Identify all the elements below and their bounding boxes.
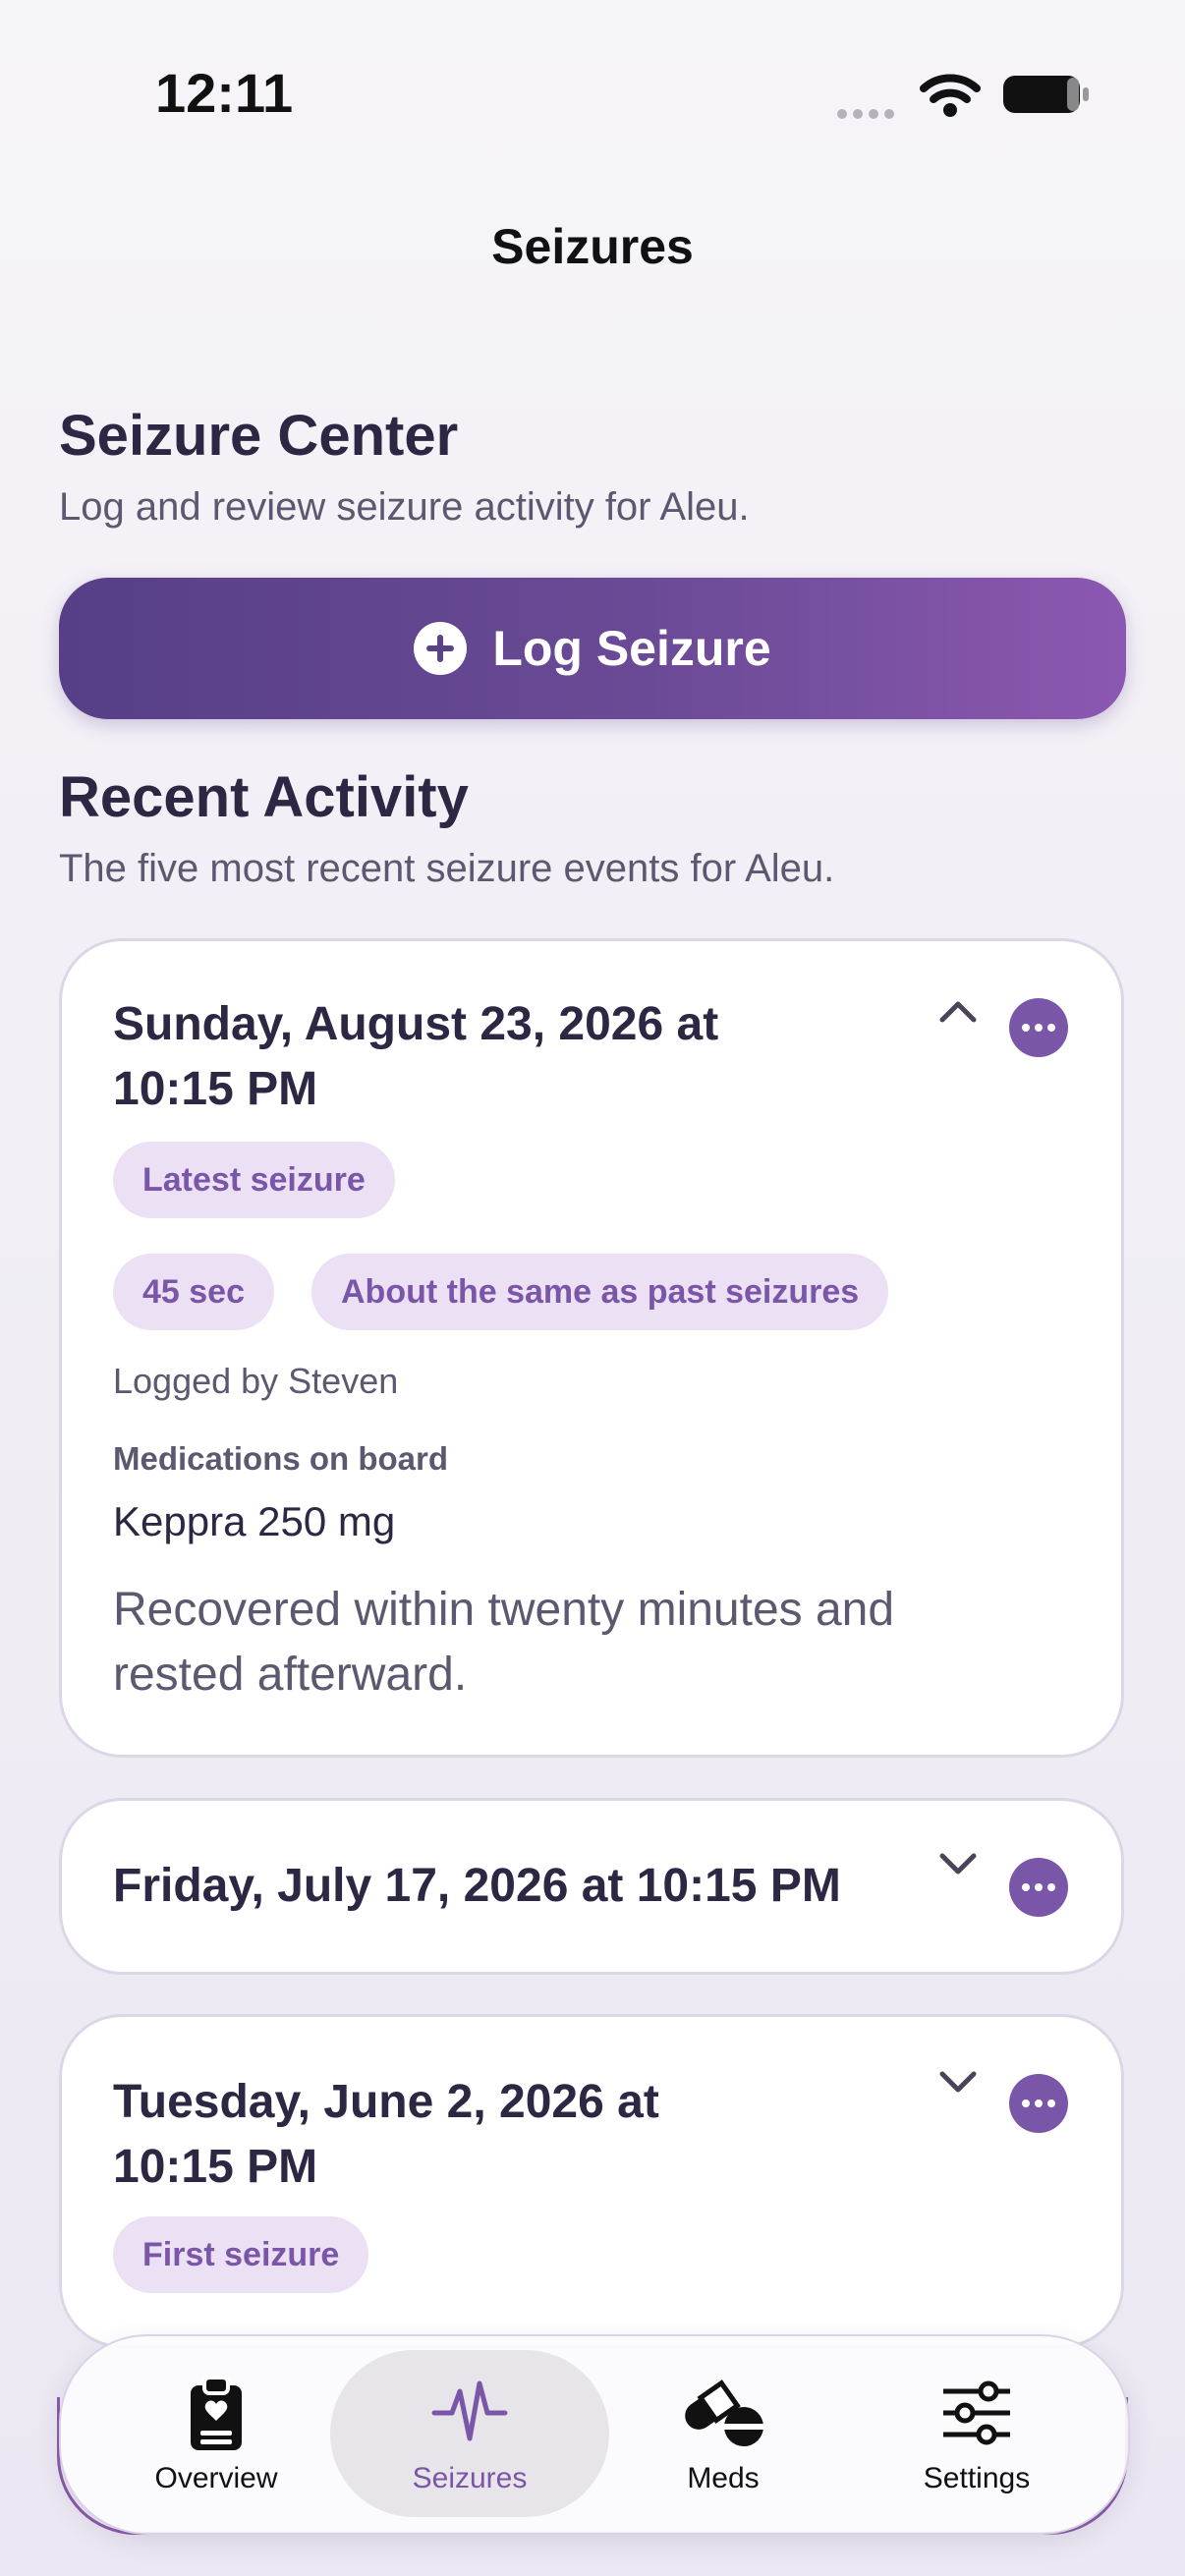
log-seizure-label: Log Seizure [492,621,771,676]
recent-activity-title: Recent Activity [59,765,469,829]
tab-label: Seizures [412,2462,528,2494]
log-seizure-button[interactable]: Log Seizure [59,578,1126,719]
seizure-event-card[interactable]: Tuesday, June 2, 2026 at 10:15 PM First … [59,2014,1124,2348]
notes-line: rested afterward. [113,1649,468,1701]
comparison-badge: About the same as past seizures [311,1254,889,1330]
chevron-down-icon[interactable] [938,1850,978,1879]
nav-title: Seizures [491,219,694,274]
seizure-event-card[interactable]: Friday, July 17, 2026 at 10:15 PM [59,1798,1124,1975]
tab-overview[interactable]: Overview [108,2336,324,2533]
event-date: Sunday, August 23, 2026 at 10:15 PM [113,992,718,1122]
tab-settings[interactable]: Settings [869,2336,1085,2533]
waveform-icon [431,2380,508,2441]
clipboard-icon [191,2376,242,2450]
more-options-button[interactable] [1009,1858,1068,1917]
tab-label: Settings [923,2462,1031,2494]
notes-line: Recovered within twenty minutes and [113,1584,895,1636]
tab-meds[interactable]: Meds [615,2336,831,2533]
event-date-line: Sunday, August 23, 2026 at [113,998,719,1050]
battery-icon [1002,75,1091,114]
medications-label: Medications on board [113,1440,449,1477]
tab-label: Overview [154,2462,278,2494]
page-subtitle: Log and review seizure activity for Aleu… [59,485,750,529]
chevron-up-icon[interactable] [938,996,978,1026]
event-notes: Recovered within twenty minutes and rest… [113,1578,997,1708]
status-dots-icon [837,106,900,124]
more-options-button[interactable] [1009,998,1068,1057]
event-date-line: 10:15 PM [113,1063,318,1115]
pills-icon [685,2380,763,2446]
more-options-button[interactable] [1009,2074,1068,2133]
plus-circle-icon [414,622,468,675]
duration-badge: 45 sec [113,1254,274,1330]
latest-seizure-badge: Latest seizure [113,1142,395,1218]
tab-seizures[interactable]: Seizures [362,2336,578,2533]
event-date: Friday, July 17, 2026 at 10:15 PM [113,1860,841,1912]
logged-by: Logged by Steven [113,1361,399,1401]
recent-activity-subtitle: The five most recent seizure events for … [59,847,835,890]
tab-bar: Overview Seizures Meds Settings [59,2334,1130,2535]
event-date-line: 10:15 PM [113,2141,318,2193]
status-time: 12:11 [155,62,294,124]
tab-label: Meds [687,2462,760,2494]
first-seizure-badge: First seizure [113,2216,369,2293]
sliders-icon [943,2380,1010,2445]
chevron-down-icon[interactable] [938,2068,978,2098]
event-date-line: Tuesday, June 2, 2026 at [113,2076,659,2128]
seizure-event-card[interactable]: Sunday, August 23, 2026 at 10:15 PM Late… [59,938,1124,1758]
page-title: Seizure Center [59,404,459,468]
medication-value: Keppra 250 mg [113,1498,396,1544]
wifi-icon [920,73,981,123]
event-date: Tuesday, June 2, 2026 at 10:15 PM [113,2070,659,2200]
